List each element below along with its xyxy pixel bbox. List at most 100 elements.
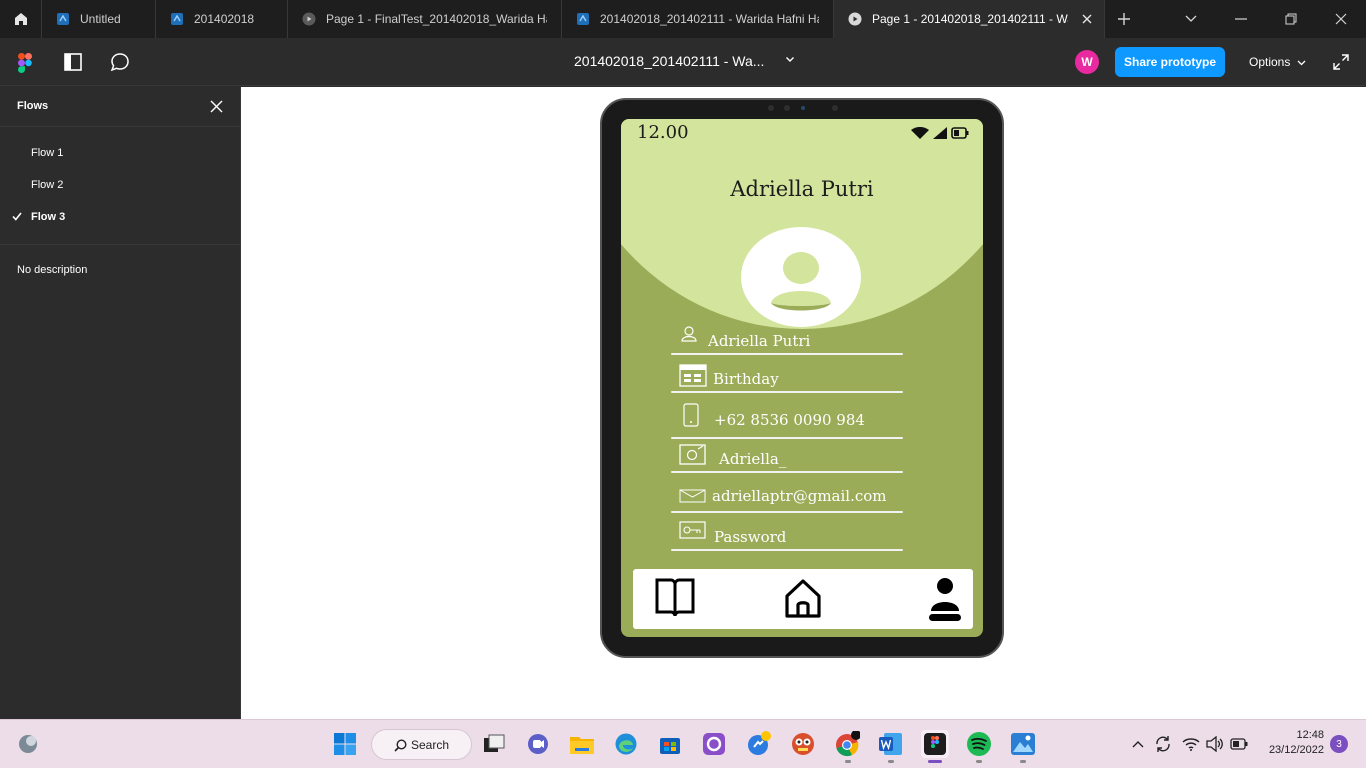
running-indicator <box>845 760 851 763</box>
tab-label: 201402018 <box>194 12 255 26</box>
start-button[interactable] <box>331 730 359 758</box>
app-icon-chat[interactable] <box>745 730 773 758</box>
windows-logo-icon <box>334 733 356 755</box>
status-time: 12.00 <box>637 122 689 143</box>
field-password[interactable]: Password <box>671 517 903 551</box>
user-icon <box>681 326 697 342</box>
sync-icon[interactable] <box>1154 735 1172 753</box>
sidebar-toggle-icon[interactable] <box>64 53 82 71</box>
restore-icon <box>1285 13 1297 25</box>
field-underline <box>671 391 903 393</box>
chat-icon <box>528 734 548 754</box>
field-phone[interactable]: +62 8536 0090 984 <box>671 403 903 439</box>
user-avatar-icon <box>771 252 831 311</box>
profile-name: Adriella Putri <box>730 177 874 201</box>
figma-app[interactable] <box>921 730 949 758</box>
app-icon-purple[interactable] <box>700 730 728 758</box>
field-instagram[interactable]: Adriella_ <box>671 439 903 473</box>
app-icon-game[interactable] <box>789 730 817 758</box>
status-icons <box>911 127 969 139</box>
field-email[interactable]: adriellaptr@gmail.com <box>671 479 903 513</box>
chat-app[interactable] <box>524 730 552 758</box>
tab-label: Page 1 - FinalTest_201402018_Warida Haf <box>326 12 547 26</box>
field-birthday[interactable]: Birthday <box>671 359 903 393</box>
field-name[interactable]: Adriella Putri <box>671 321 903 355</box>
close-window-button[interactable] <box>1316 0 1366 38</box>
minimize-button[interactable] <box>1216 0 1266 38</box>
taskbar-clock[interactable]: 12:48 23/12/2022 <box>1258 728 1324 758</box>
home-icon[interactable] <box>784 577 822 619</box>
file-explorer-app[interactable] <box>568 730 596 758</box>
task-view-button[interactable] <box>480 730 508 758</box>
browser-tab-bar: Untitled 201402018 Page 1 - FinalTest_20… <box>0 0 1366 38</box>
close-icon[interactable] <box>210 100 223 113</box>
weather-icon <box>19 735 37 753</box>
profile-icon[interactable] <box>927 577 963 625</box>
prototype-toolbar: 201402018_201402111 - Wa... W Share prot… <box>0 38 1366 86</box>
profile-avatar[interactable] <box>741 227 861 327</box>
flow-list: Flow 1 Flow 2 Flow 3 <box>0 127 240 245</box>
field-label: Adriella_ <box>719 450 787 468</box>
tab-active-prototype[interactable]: Page 1 - 201402018_201402111 - Warid <box>834 0 1105 38</box>
field-underline <box>671 549 903 551</box>
flow-item-3[interactable]: Flow 3 <box>0 201 240 233</box>
tab-label: Page 1 - 201402018_201402111 - Warid <box>872 12 1068 26</box>
calendar-icon <box>679 364 707 387</box>
prototype-canvas: 12.00 Adriella Putri Adriella Putri Birt… <box>241 87 1366 719</box>
tab-201402018[interactable]: 201402018 <box>156 0 288 38</box>
spotify-app[interactable] <box>965 730 993 758</box>
flow-item-2[interactable]: Flow 2 <box>0 169 240 201</box>
close-tab-icon[interactable] <box>1080 12 1094 26</box>
signal-icon <box>933 127 947 139</box>
tab-design-file[interactable]: 201402018_201402111 - Warida Hafni Har <box>562 0 834 38</box>
search-label: Search <box>411 737 450 752</box>
comment-icon[interactable] <box>110 53 130 71</box>
new-tab-button[interactable] <box>1105 0 1143 38</box>
document-title[interactable]: 201402018_201402111 - Wa... <box>574 53 764 69</box>
options-menu[interactable]: Options <box>1249 55 1306 69</box>
folder-icon <box>570 737 594 754</box>
battery-icon[interactable] <box>1230 738 1248 750</box>
flow-label: Flow 3 <box>31 211 66 223</box>
tab-label: 201402018_201402111 - Warida Hafni Har <box>600 12 819 26</box>
volume-icon[interactable] <box>1206 736 1224 752</box>
chrome-app[interactable] <box>833 730 861 758</box>
minimize-icon <box>1235 18 1247 20</box>
store-app[interactable] <box>656 730 684 758</box>
options-label: Options <box>1249 55 1291 69</box>
restore-button[interactable] <box>1266 0 1316 38</box>
edge-app[interactable] <box>612 730 640 758</box>
chevron-down-icon[interactable] <box>785 56 795 63</box>
flow-item-1[interactable]: Flow 1 <box>0 137 240 169</box>
weather-widget[interactable] <box>14 730 42 758</box>
home-tab[interactable] <box>0 0 42 38</box>
wifi-icon[interactable] <box>1182 737 1200 751</box>
taskbar-search[interactable]: Search <box>371 729 472 760</box>
battery-icon <box>951 127 969 139</box>
fullscreen-icon[interactable] <box>1333 54 1349 70</box>
tab-finaltest-prototype[interactable]: Page 1 - FinalTest_201402018_Warida Haf <box>288 0 562 38</box>
user-avatar[interactable]: W <box>1075 50 1099 74</box>
store-icon <box>660 738 680 754</box>
bottom-navigation <box>633 569 973 629</box>
tablet-frame: 12.00 Adriella Putri Adriella Putri Birt… <box>600 98 1004 658</box>
photos-app[interactable] <box>1009 730 1037 758</box>
book-icon[interactable] <box>655 577 695 619</box>
windows-taskbar: Search 12:48 23/12/2022 3 <box>0 719 1366 768</box>
play-icon <box>302 12 316 26</box>
game-icon <box>792 733 814 755</box>
tab-list-button[interactable] <box>1166 0 1216 38</box>
field-label: Password <box>714 528 787 546</box>
clock-date: 23/12/2022 <box>1268 744 1324 756</box>
flow-description: No description <box>17 264 88 276</box>
chevron-down-icon <box>1185 15 1197 22</box>
chevron-up-icon[interactable] <box>1132 740 1144 748</box>
app-screen: 12.00 Adriella Putri Adriella Putri Birt… <box>621 119 983 637</box>
figma-file-icon <box>577 13 589 25</box>
notification-badge[interactable]: 3 <box>1330 735 1348 753</box>
figma-logo-icon[interactable] <box>18 53 32 73</box>
share-prototype-button[interactable]: Share prototype <box>1115 47 1225 77</box>
word-app[interactable] <box>877 730 905 758</box>
flows-title: Flows <box>17 100 49 112</box>
tab-untitled[interactable]: Untitled <box>42 0 156 38</box>
